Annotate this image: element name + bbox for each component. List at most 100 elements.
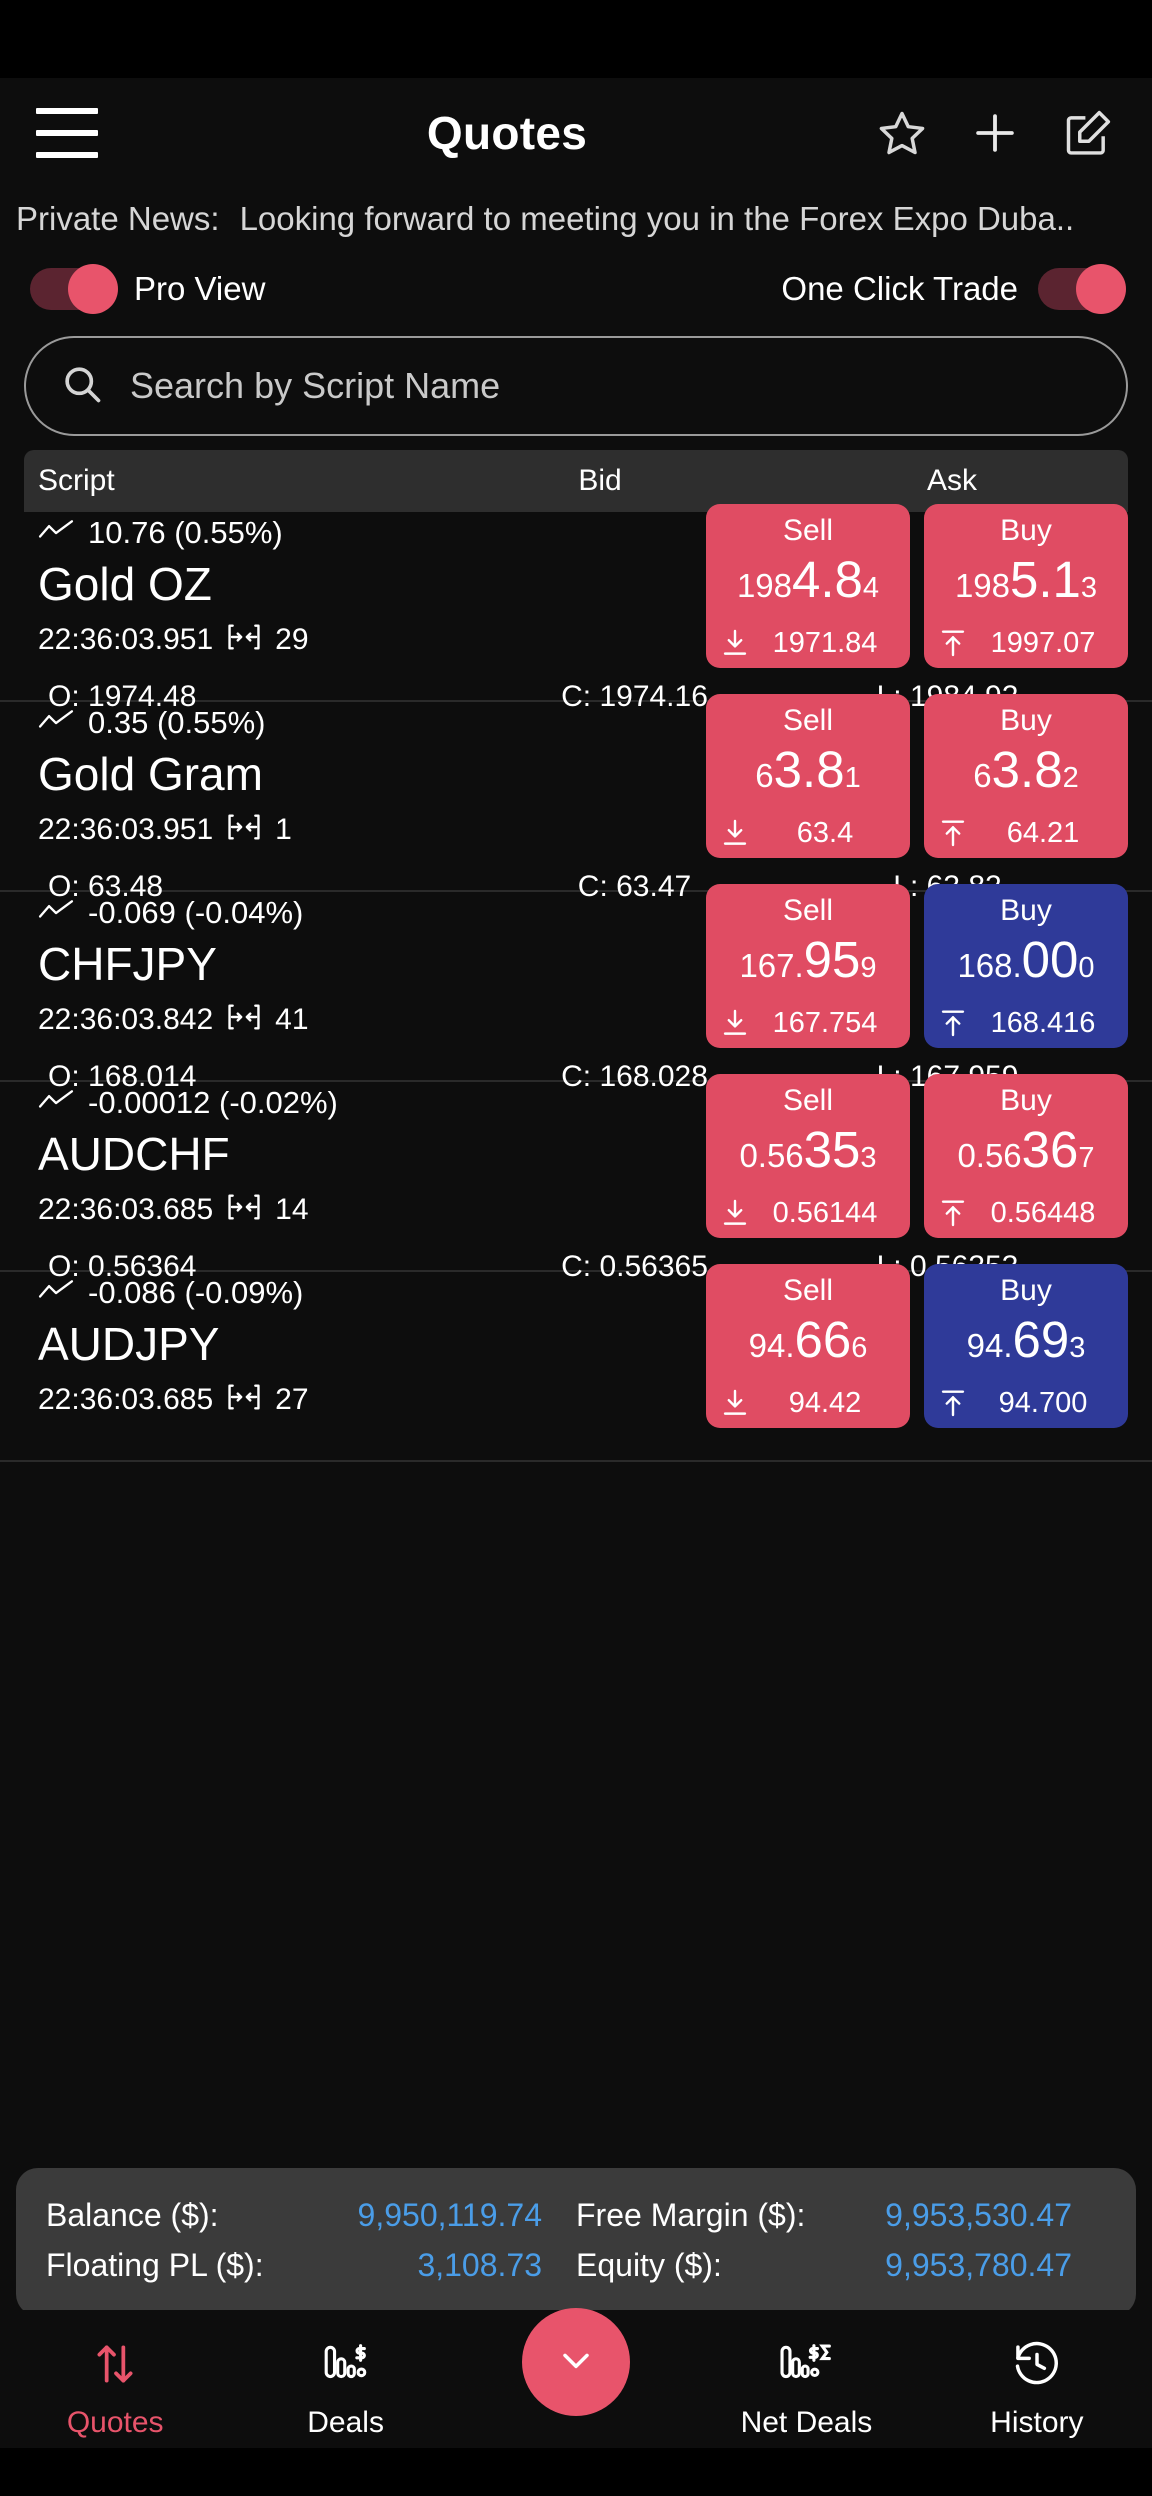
sell-low-row: 167.754 (706, 1006, 910, 1040)
quote-change: 0.35 (0.55%) (38, 702, 458, 744)
spread-icon (227, 1380, 261, 1419)
quote-info: 10.76 (0.55%) Gold OZ 22:36:03.951 29 (38, 512, 458, 659)
free-margin-value: 9,953,530.47 (885, 2196, 1072, 2233)
search-area: Search by Script Name (0, 328, 1152, 436)
page-title: Quotes (426, 107, 588, 159)
nav-label-history: History (990, 2406, 1084, 2439)
equity-value: 9,953,780.47 (885, 2246, 1072, 2283)
price-cells: Sell 94. 66 6 94.42 Buy 94. 69 3 94.700 (706, 1264, 1128, 1428)
buy-button[interactable]: Buy 168. 00 0 168.416 (924, 884, 1128, 1048)
one-click-trade-label: One Click Trade (781, 270, 1018, 307)
fab-collapse-button[interactable] (522, 2308, 630, 2416)
quote-change-value: 10.76 (0.55%) (88, 515, 283, 550)
one-click-trade-toggle-group[interactable]: One Click Trade (781, 264, 1126, 314)
sell-price-main: 95 (803, 931, 861, 988)
buy-button[interactable]: Buy 6 3.8 2 64.21 (924, 694, 1128, 858)
buy-price-prefix: 168. (957, 947, 1022, 984)
quote-row[interactable]: 0.35 (0.55%) Gold Gram 22:36:03.951 1 Sell 6 3… (0, 694, 1152, 903)
hamburger-menu-icon[interactable] (36, 108, 98, 158)
sell-label: Sell (782, 1274, 834, 1307)
arrow-up-to-line-icon (936, 816, 970, 850)
quotes-list: 10.76 (0.55%) Gold OZ 22:36:03.951 29 Sell 19… (0, 504, 1152, 1462)
quote-spread-value: 27 (275, 1382, 309, 1416)
trend-line-icon (38, 1278, 74, 1309)
sell-price-prefix: 198 (736, 567, 792, 604)
news-ticker[interactable]: Private News: Looking forward to meeting… (0, 188, 1152, 250)
buy-price-prefix: 198 (954, 567, 1010, 604)
sell-price-pip: 1 (844, 762, 861, 794)
sell-button[interactable]: Sell 198 4.8 4 1971.84 (706, 504, 910, 668)
buy-price-pip: 2 (1062, 762, 1079, 794)
pro-view-switch[interactable] (30, 264, 118, 314)
quote-change: -0.086 (-0.09%) (38, 1272, 458, 1314)
quote-symbol-name: AUDJPY (38, 1318, 220, 1370)
buy-price-main: 3.8 (991, 741, 1063, 798)
sell-button[interactable]: Sell 0.56 35 3 0.56144 (706, 1074, 910, 1238)
spread-icon (227, 1190, 261, 1229)
quote-row[interactable]: -0.069 (-0.04%) CHFJPY 22:36:03.842 41 Sell 1… (0, 884, 1152, 1093)
quote-meta: 22:36:03.951 29 (38, 620, 458, 659)
edit-pencil-icon[interactable] (1062, 107, 1114, 159)
nav-item-net-deals[interactable]: Net Deals (691, 2310, 921, 2440)
buy-price-pip: 0 (1078, 952, 1095, 984)
buy-high-value: 64.21 (1006, 816, 1080, 849)
quote-row[interactable]: 10.76 (0.55%) Gold OZ 22:36:03.951 29 Sell 19… (0, 504, 1152, 713)
app-screen: Quotes Private News: Looking forward to … (0, 0, 1152, 2496)
buy-high-row: 168.416 (924, 1006, 1128, 1040)
sell-button[interactable]: Sell 167. 95 9 167.754 (706, 884, 910, 1048)
switch-knob (1076, 264, 1126, 314)
nav-item-deals[interactable]: Deals (230, 2310, 460, 2440)
star-icon[interactable] (876, 107, 928, 159)
sell-low-row: 63.4 (706, 816, 910, 850)
equity-label: Equity ($): (576, 2246, 722, 2283)
sell-price-pip: 4 (862, 572, 880, 604)
sell-low-value: 0.56144 (772, 1196, 878, 1229)
sell-label: Sell (782, 894, 834, 927)
nav-item-history[interactable]: History (922, 2310, 1152, 2440)
sell-low-value: 167.754 (772, 1006, 878, 1039)
account-row: Balance ($): 9,950,119.74 Free Margin ($… (46, 2190, 1106, 2240)
buy-button[interactable]: Buy 0.56 36 7 0.56448 (924, 1074, 1128, 1238)
sell-price: 0.56 35 3 (706, 1124, 910, 1184)
nav-item-quotes[interactable]: Quotes (0, 2310, 230, 2440)
quote-timestamp: 22:36:03.685 (38, 1192, 214, 1226)
quote-row[interactable]: -0.00012 (-0.02%) AUDCHF 22:36:03.685 14 Sel… (0, 1074, 1152, 1283)
sell-low-row: 1971.84 (706, 626, 910, 660)
quote-change: -0.069 (-0.04%) (38, 892, 458, 934)
ohlc-row (24, 1430, 1128, 1484)
sell-low-value: 63.4 (796, 816, 854, 849)
app-bar-actions (876, 106, 1114, 160)
arrow-up-to-line-icon (936, 1386, 970, 1420)
quote-row[interactable]: -0.086 (-0.09%) AUDJPY 22:36:03.685 27 Sell 9… (0, 1264, 1152, 1462)
pro-view-label: Pro View (134, 270, 266, 307)
arrow-up-to-line-icon (936, 626, 970, 660)
buy-price: 198 5.1 3 (924, 554, 1128, 614)
quote-info: 0.35 (0.55%) Gold Gram 22:36:03.951 1 (38, 702, 458, 849)
balance-value: 9,950,119.74 (357, 2196, 542, 2233)
buy-button[interactable]: Buy 198 5.1 3 1997.07 (924, 504, 1128, 668)
sell-button[interactable]: Sell 94. 66 6 94.42 (706, 1264, 910, 1428)
search-input[interactable]: Search by Script Name (24, 336, 1128, 436)
sell-button[interactable]: Sell 6 3.8 1 63.4 (706, 694, 910, 858)
arrow-down-to-line-icon (718, 1006, 752, 1040)
buy-high-value: 0.56448 (990, 1196, 1096, 1229)
quote-timestamp: 22:36:03.685 (38, 1382, 214, 1416)
trend-line-icon (38, 898, 74, 929)
one-click-trade-switch[interactable] (1038, 264, 1126, 314)
up-down-arrows-icon (90, 2336, 140, 2392)
arrow-up-to-line-icon (936, 1006, 970, 1040)
pro-view-toggle-group[interactable]: Pro View (30, 264, 266, 314)
toggle-row: Pro View One Click Trade (0, 250, 1152, 328)
quote-info: -0.00012 (-0.02%) AUDCHF 22:36:03.685 14 (38, 1082, 458, 1229)
trend-line-icon (38, 708, 74, 739)
sell-price-main: 3.8 (773, 741, 845, 798)
sell-price-prefix: 0.56 (739, 1137, 804, 1174)
buy-label: Buy (1000, 514, 1052, 547)
news-label: Private News: (16, 200, 220, 237)
buy-high-value: 168.416 (990, 1006, 1096, 1039)
plus-icon[interactable] (968, 106, 1022, 160)
quote-change-value: -0.069 (-0.04%) (88, 895, 304, 930)
sell-price-prefix: 94. (748, 1327, 795, 1364)
buy-button[interactable]: Buy 94. 69 3 94.700 (924, 1264, 1128, 1428)
sell-price-main: 35 (803, 1121, 861, 1178)
